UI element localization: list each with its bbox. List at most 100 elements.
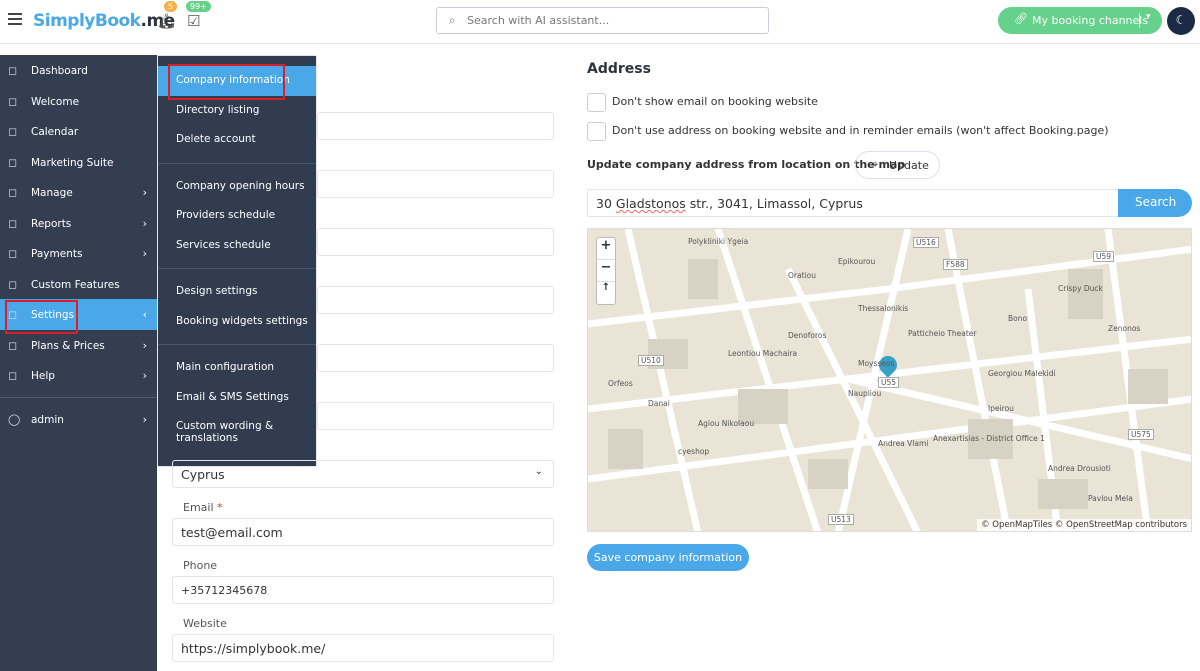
sidebar-item-admin[interactable]: ◯ admin › — [0, 404, 157, 435]
menu-item-delete-account[interactable]: Delete account — [158, 125, 316, 155]
website-label: Website — [183, 617, 227, 630]
menu-item-services-schedule[interactable]: Services schedule — [158, 231, 316, 261]
menu-item-design-settings[interactable]: Design settings — [158, 277, 316, 307]
menu-icon[interactable] — [8, 13, 22, 25]
menu-item-email-sms-settings[interactable]: Email & SMS Settings — [158, 383, 316, 413]
calendar-icon: ◻ — [8, 125, 18, 138]
map-label: U513 — [828, 514, 854, 525]
map-label: Naupliou — [848, 389, 882, 398]
top-bar: SimplyBook.me 🔔︎ 5 ☑ 99+ ⌕ Search with AI… — [0, 0, 1200, 44]
chevron-right-icon: › — [142, 369, 147, 382]
bulb-icon: ◻ — [8, 94, 18, 108]
website-field[interactable]: https://simplybook.me/ — [172, 634, 554, 662]
booking-channels-button[interactable]: 🔗︎ My booking channels ▾ — [998, 7, 1162, 34]
sidebar-item-plans-prices[interactable]: ◻ Plans & Prices › — [0, 330, 157, 361]
address-input[interactable]: 30 Gladstonos str., 3041, Limassol, Cypr… — [587, 189, 1119, 217]
menu-item-providers-schedule[interactable]: Providers schedule — [158, 201, 316, 231]
sidebar-item-calendar[interactable]: ◻ Calendar — [0, 116, 157, 147]
chevron-down-icon[interactable]: ▾ — [1146, 12, 1151, 22]
compass-button[interactable]: ↑ — [597, 282, 615, 304]
map-label: cyeshop — [678, 447, 710, 456]
menu-item-booking-widgets-settings[interactable]: Booking widgets settings — [158, 307, 316, 337]
menu-item-company-opening-hours[interactable]: Company opening hours — [158, 172, 316, 202]
chevron-down-icon: ⌄ — [534, 466, 543, 477]
form-field[interactable] — [317, 344, 554, 372]
map-label: Thessalonikis — [858, 304, 909, 313]
calendar-check-icon[interactable]: ☑ — [187, 12, 200, 30]
zoom-in-button[interactable]: + — [597, 238, 615, 260]
form-field[interactable] — [317, 286, 554, 314]
map-label: Patticheio Theater — [908, 329, 977, 338]
form-field[interactable] — [317, 112, 554, 140]
ai-search-input[interactable]: ⌕ Search with AI assistant... — [436, 7, 769, 34]
map-label: Pavlou Mela — [1088, 494, 1133, 503]
bookings-badge: 99+ — [186, 1, 211, 12]
map-label: Denoforos — [788, 331, 827, 340]
highlight-box — [5, 300, 78, 334]
chevron-right-icon: › — [142, 412, 147, 426]
chat-icon: ◻ — [8, 369, 18, 382]
search-button[interactable]: Search — [1118, 189, 1192, 217]
highlight-box — [168, 64, 285, 100]
notifications-badge: 5 — [164, 1, 178, 12]
map-label: U55 — [878, 377, 900, 388]
sidebar-item-custom-features[interactable]: ◻ Custom Features — [0, 269, 157, 300]
map-label: Bono — [1008, 314, 1028, 323]
sidebar: ◻ Dashboard ◻ Welcome ◻ Calendar ◻ Marketing Su… — [0, 55, 157, 671]
map-label: Anexartisias - District Office 1 — [933, 434, 1045, 443]
chevron-right-icon: › — [142, 186, 147, 199]
map-label: U516 — [913, 237, 939, 248]
sidebar-item-welcome[interactable]: ◻ Welcome — [0, 86, 157, 117]
map-label: Polykliniki Ygeia — [688, 237, 749, 246]
money-icon: ◻ — [8, 338, 18, 352]
payments-icon: ◻ — [8, 247, 18, 260]
bell-icon[interactable]: 🔔︎ — [157, 12, 176, 30]
email-label: Email * — [183, 501, 223, 514]
map-label: Oratiou — [788, 271, 816, 280]
sidebar-item-payments[interactable]: ◻ Payments › — [0, 238, 157, 269]
map-label: Epikourou — [838, 257, 876, 266]
map-label: Agiou Nikolaou — [698, 419, 755, 428]
dark-mode-icon[interactable]: ☾ — [1167, 7, 1195, 35]
map-label: F588 — [943, 259, 968, 270]
save-company-button[interactable]: Save company information — [587, 544, 749, 571]
menu-item-main-configuration[interactable]: Main configuration — [158, 353, 316, 383]
map-attribution: © OpenMapTiles © OpenStreetMap contribut… — [977, 519, 1191, 531]
user-icon: ◯ — [8, 412, 21, 426]
sidebar-item-help[interactable]: ◻ Help › — [0, 360, 157, 391]
hide-email-checkbox[interactable] — [587, 93, 606, 112]
phone-field[interactable]: +35712345678 — [172, 576, 554, 604]
map-label: Moysseos — [858, 359, 895, 368]
email-field[interactable]: test@email.com — [172, 518, 554, 546]
puzzle-icon: ◻ — [8, 277, 18, 291]
map-label: Andrea Vlami — [878, 439, 929, 448]
pencil-icon: ◻ — [8, 186, 18, 199]
zoom-out-button[interactable]: − — [597, 260, 615, 282]
logo[interactable]: SimplyBook.me — [33, 11, 175, 31]
map-label: Zenonos — [1108, 324, 1141, 333]
country-select[interactable]: Cyprus ⌄ — [172, 460, 554, 488]
hide-address-checkbox[interactable] — [587, 122, 606, 141]
sidebar-item-manage[interactable]: ◻ Manage › — [0, 177, 157, 208]
sidebar-item-marketing-suite[interactable]: ◻ Marketing Suite — [0, 147, 157, 178]
search-icon: ⌕ — [449, 13, 456, 27]
map-label: U510 — [638, 355, 664, 366]
menu-item-custom-wording-translations[interactable]: Custom wording & translations — [158, 412, 316, 444]
sidebar-item-dashboard[interactable]: ◻ Dashboard — [0, 55, 157, 86]
update-button[interactable]: ⌖ Update — [855, 151, 940, 179]
settings-dropdown: Company information Directory listing Dele… — [157, 55, 317, 467]
map-label: Danai — [648, 399, 670, 408]
phone-label: Phone — [183, 559, 218, 572]
map-label: Andrea Drousioti — [1048, 464, 1111, 473]
megaphone-icon: ◻ — [8, 155, 18, 169]
chevron-right-icon: › — [142, 338, 147, 352]
form-field[interactable] — [317, 170, 554, 198]
form-field[interactable] — [317, 402, 554, 430]
form-field[interactable] — [317, 228, 554, 256]
sidebar-item-reports[interactable]: ◻ Reports › — [0, 208, 157, 239]
map-label: U59 — [1093, 251, 1115, 262]
link-icon: 🔗︎ — [1014, 12, 1028, 25]
map[interactable]: + − ↑ © OpenMapTiles © OpenStreetMap contr… — [587, 228, 1192, 532]
map-pin-icon: ⌖ — [872, 158, 879, 171]
map-zoom-controls[interactable]: + − ↑ — [596, 237, 616, 305]
